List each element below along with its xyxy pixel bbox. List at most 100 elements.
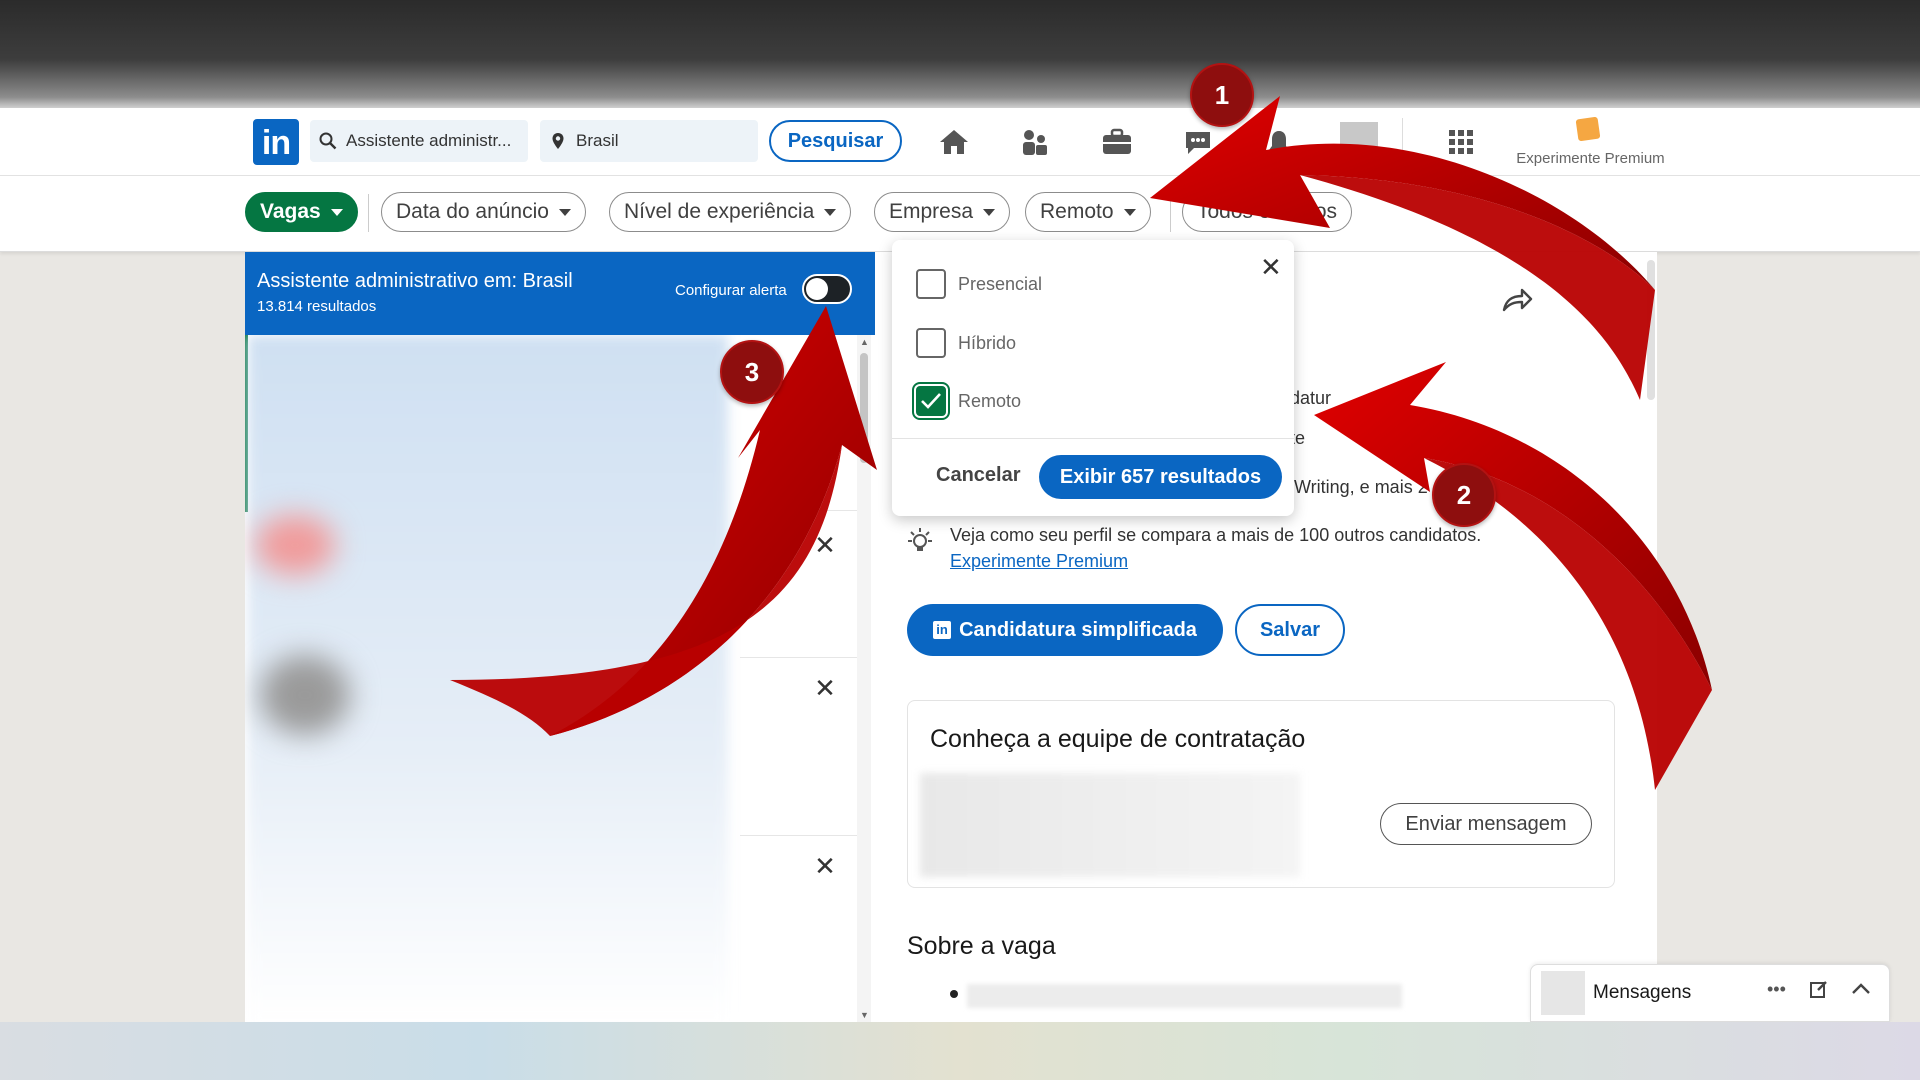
jobs-icon[interactable]: [1097, 124, 1137, 160]
results-title: Assistente administrativo em: Brasil: [257, 270, 573, 292]
vagas-label: Vagas: [260, 200, 321, 223]
save-button[interactable]: Salvar: [1235, 604, 1345, 656]
location-pin-icon: [540, 132, 576, 150]
dismiss-job-close-icon[interactable]: ✕: [810, 851, 840, 881]
hiring-team-title: Conheça a equipe de contratação: [930, 725, 1306, 753]
messaging-avatar: [1541, 971, 1585, 1015]
option-presencial[interactable]: Presencial: [916, 269, 1042, 299]
blurred-recruiter: [920, 773, 1300, 877]
step-badge-2: 2: [1432, 463, 1496, 527]
experience-level-label: Nível de experiência: [624, 200, 815, 223]
company-filter-chip[interactable]: Empresa: [874, 192, 1011, 232]
linkedin-small-icon: in: [933, 621, 952, 639]
results-header: Assistente administrativo em: Brasil 13.…: [245, 252, 875, 335]
vagas-filter-chip[interactable]: Vagas: [245, 192, 358, 232]
grid-icon[interactable]: [1441, 124, 1481, 160]
cancel-button[interactable]: Cancelar: [936, 464, 1021, 487]
blurred-company-logo: [260, 655, 350, 735]
about-job-title: Sobre a vaga: [907, 932, 1056, 960]
location-search-input[interactable]: Brasil: [540, 120, 758, 162]
chevron-down-icon: [558, 208, 571, 216]
lightbulb-icon: [905, 526, 935, 563]
keyword-search-value: Assistente administr...: [346, 131, 512, 150]
remoto-checkbox[interactable]: [916, 386, 946, 416]
all-filters-button[interactable]: Todos os filtros: [1182, 192, 1353, 232]
more-options-icon[interactable]: •••: [1767, 979, 1786, 1000]
experience-level-filter-chip[interactable]: Nível de experiência: [609, 192, 852, 232]
search-icon: [310, 132, 346, 150]
bottom-blurred-background: [0, 1022, 1920, 1080]
chevron-down-icon: [1123, 208, 1136, 216]
messaging-label: Mensagens: [1593, 982, 1692, 1003]
scrollbar-thumb[interactable]: [860, 353, 868, 463]
chevron-down-icon: [983, 208, 996, 216]
blurred-company-logo: [255, 515, 335, 575]
dismiss-job-close-icon[interactable]: ✕: [810, 673, 840, 703]
step-badge-3: 3: [720, 340, 784, 404]
row-divider: [740, 835, 860, 836]
presencial-checkbox[interactable]: [916, 269, 946, 299]
compose-icon[interactable]: [1809, 979, 1829, 1004]
linkedin-logo-icon[interactable]: in: [253, 119, 299, 165]
job-results-list: ✕ ✕ ✕: [245, 335, 875, 1022]
remote-label: Remoto: [1040, 200, 1114, 223]
premium-label[interactable]: Experimente Premium: [1508, 150, 1673, 167]
job-alert-toggle[interactable]: [802, 274, 852, 304]
nav-divider: [1402, 118, 1403, 168]
date-posted-label: Data do anúncio: [396, 200, 549, 223]
home-icon[interactable]: [934, 124, 974, 160]
detail-skills-text: Writing, e mais 2: [1294, 477, 1428, 497]
blurred-description: [967, 984, 1402, 1008]
premium-icon[interactable]: [1575, 116, 1601, 142]
top-blurred-background: [0, 0, 1920, 108]
all-filters-label: Todos os filtros: [1197, 200, 1338, 223]
hibrido-checkbox[interactable]: [916, 328, 946, 358]
messaging-icon[interactable]: [1178, 124, 1218, 160]
bullet-point: [950, 990, 958, 998]
popup-divider: [892, 438, 1294, 439]
profile-avatar[interactable]: [1340, 122, 1378, 160]
share-icon[interactable]: [1500, 286, 1534, 319]
option-hibrido[interactable]: Híbrido: [916, 328, 1016, 358]
show-results-button[interactable]: Exibir 657 resultados: [1039, 455, 1282, 499]
messaging-dock[interactable]: Mensagens •••: [1530, 964, 1890, 1022]
keyword-search-input[interactable]: Assistente administr...: [310, 120, 528, 162]
detail-scrollbar[interactable]: [1647, 260, 1655, 400]
top-navbar: in Assistente administr... Brasil Pesqui…: [0, 108, 1920, 176]
filter-divider: [368, 194, 369, 232]
date-posted-filter-chip[interactable]: Data do anúncio: [381, 192, 586, 232]
search-button[interactable]: Pesquisar: [769, 120, 902, 162]
step-badge-1: 1: [1190, 63, 1254, 127]
notifications-icon[interactable]: [1259, 124, 1299, 160]
option-remoto[interactable]: Remoto: [916, 386, 1021, 416]
presencial-label: Presencial: [958, 273, 1043, 294]
results-scrollbar[interactable]: ▲ ▼: [857, 335, 871, 1022]
detail-partial-text: datur: [1290, 388, 1332, 408]
hibrido-label: Híbrido: [958, 332, 1017, 353]
network-icon[interactable]: [1015, 124, 1055, 160]
chevron-up-icon[interactable]: [1851, 979, 1871, 1000]
send-message-button[interactable]: Enviar mensagem: [1380, 803, 1592, 845]
close-icon[interactable]: ✕: [1260, 252, 1282, 283]
job-alert-label: Configurar alerta: [675, 282, 787, 299]
premium-link[interactable]: Experimente Premium: [950, 551, 1128, 571]
easy-apply-button[interactable]: in Candidatura simplificada: [907, 604, 1223, 656]
filter-divider: [1170, 194, 1171, 232]
workplace-type-dropdown: ✕ Presencial Híbrido Remoto Cancelar Exi…: [892, 240, 1294, 516]
chevron-down-icon: [824, 208, 837, 216]
premium-insight: Veja como seu perfil se compara a mais d…: [905, 522, 1565, 574]
dismiss-job-close-icon[interactable]: ✕: [810, 530, 840, 560]
chevron-down-icon: [330, 208, 343, 216]
row-divider: [740, 657, 860, 658]
hiring-team-card: Conheça a equipe de contratação Enviar m…: [907, 700, 1615, 888]
remote-filter-chip[interactable]: Remoto: [1025, 192, 1151, 232]
remoto-label: Remoto: [958, 390, 1022, 411]
easy-apply-label: Candidatura simplificada: [959, 618, 1197, 641]
toggle-knob: [806, 278, 828, 300]
row-divider: [740, 510, 860, 511]
results-count: 13.814 resultados: [257, 298, 377, 315]
company-label: Empresa: [889, 200, 974, 223]
scroll-down-icon[interactable]: ▼: [860, 1010, 869, 1020]
insight-text: Veja como seu perfil se compara a mais d…: [950, 525, 1482, 545]
scroll-up-icon[interactable]: ▲: [860, 337, 869, 347]
